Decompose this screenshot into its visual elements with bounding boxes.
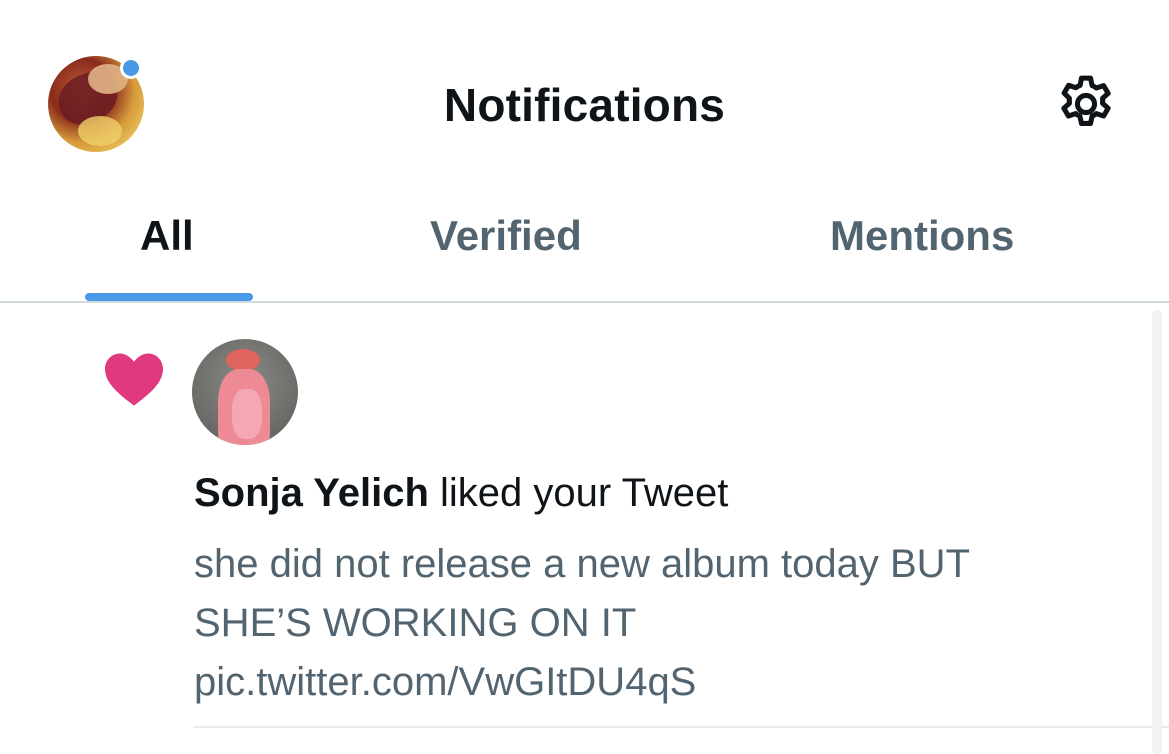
heart-icon [105, 353, 163, 406]
gear-icon[interactable] [1054, 72, 1118, 136]
unread-indicator [120, 57, 142, 79]
scrollbar[interactable] [1152, 310, 1162, 754]
tab-mentions[interactable]: Mentions [830, 212, 1014, 260]
user-avatar[interactable] [192, 339, 298, 445]
tab-bar: All Verified Mentions [0, 190, 1169, 302]
divider [193, 726, 1169, 728]
header: Notifications [0, 0, 1169, 190]
notifications-screen: Notifications All Verified Mentions Sonj… [0, 0, 1169, 754]
tab-all[interactable]: All [140, 212, 194, 260]
notification-headline: Sonja Yelich liked your Tweet [194, 471, 728, 516]
action-text: liked your Tweet [428, 471, 729, 515]
page-title: Notifications [443, 79, 726, 131]
active-tab-indicator [85, 293, 253, 301]
user-name[interactable]: Sonja Yelich [194, 471, 429, 515]
tab-verified[interactable]: Verified [430, 212, 582, 260]
notification-item[interactable]: Sonja Yelich liked your Tweet she did no… [0, 303, 1169, 727]
tweet-text: she did not release a new album today BU… [194, 542, 970, 704]
